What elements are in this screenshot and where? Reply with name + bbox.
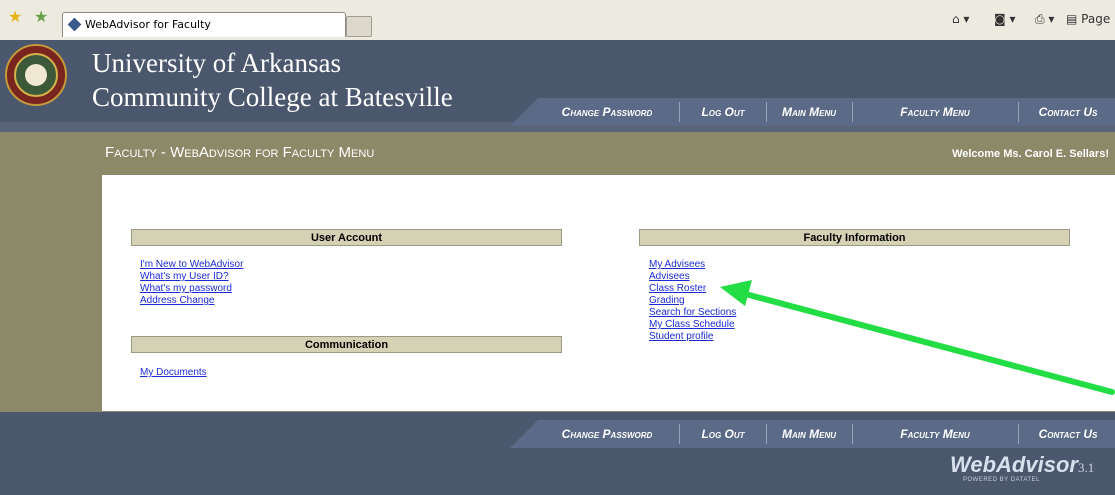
annotation-arrow-head	[720, 280, 752, 306]
annotation-arrow	[720, 280, 1115, 395]
annotation-arrow-shaft	[735, 289, 1115, 395]
